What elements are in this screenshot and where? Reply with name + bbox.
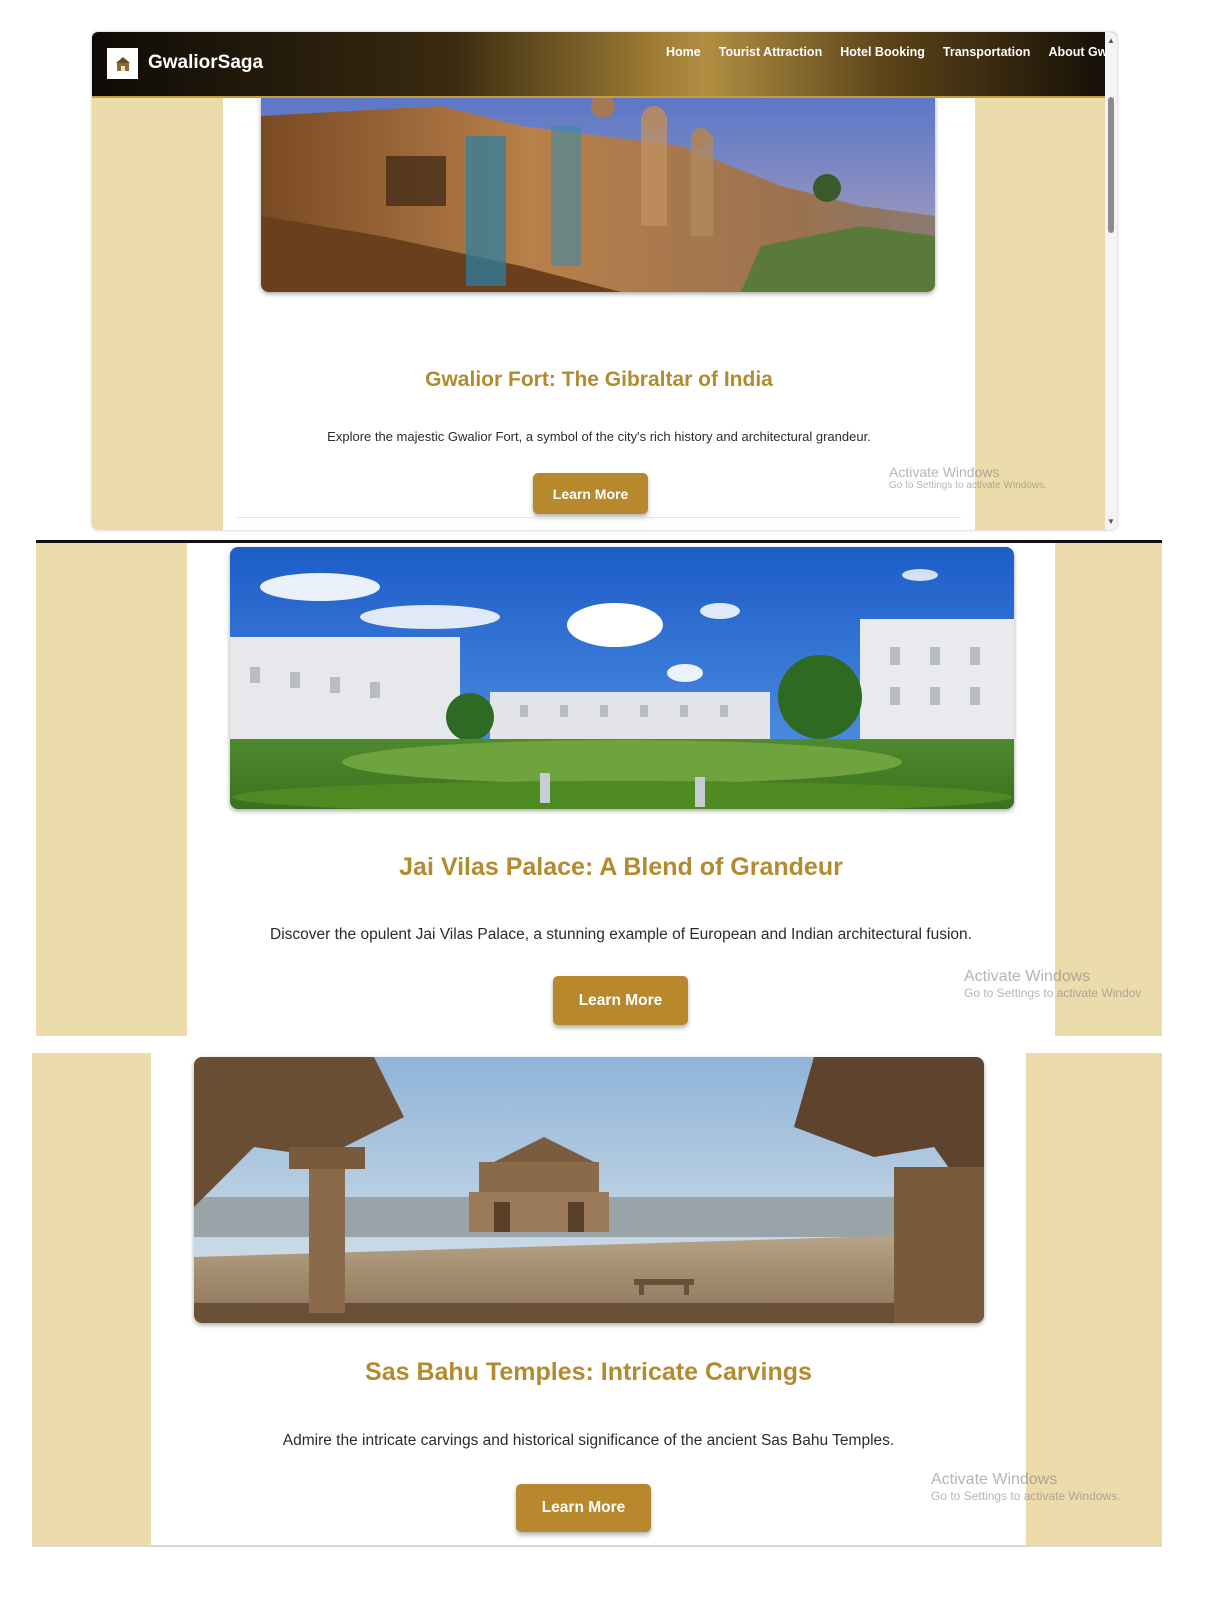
nav-hotel-booking[interactable]: Hotel Booking xyxy=(840,45,925,59)
jai-vilas-palace-image xyxy=(230,547,1014,809)
top-navbar: GwaliorSaga Home Tourist Attraction Hote… xyxy=(92,32,1117,98)
nav-tourist-attraction[interactable]: Tourist Attraction xyxy=(719,45,822,59)
card-title: Jai Vilas Palace: A Blend of Grandeur xyxy=(399,853,843,881)
card-description: Admire the intricate carvings and histor… xyxy=(282,1432,895,1449)
activate-windows-watermark: Activate Windows Go to Settings to activ… xyxy=(931,1471,1120,1503)
card-description: Discover the opulent Jai Vilas Palace, a… xyxy=(270,926,972,943)
learn-more-button[interactable]: Learn More xyxy=(516,1484,651,1532)
gwalior-fort-photo xyxy=(261,96,935,292)
brand-name[interactable]: GwaliorSaga xyxy=(148,52,263,74)
watermark-subtitle: Go to Settings to activate Windows. xyxy=(889,480,1047,491)
card-title: Gwalior Fort: The Gibraltar of India xyxy=(425,368,773,391)
nav-transportation[interactable]: Transportation xyxy=(943,45,1031,59)
card-title: Sas Bahu Temples: Intricate Carvings xyxy=(365,1358,812,1386)
scroll-thumb[interactable] xyxy=(1108,97,1114,233)
attraction-card: Gwalior Fort: The Gibraltar of India Exp… xyxy=(223,96,975,530)
card-description: Explore the majestic Gwalior Fort, a sym… xyxy=(327,429,871,444)
nav-menu: Home Tourist Attraction Hotel Booking Tr… xyxy=(666,45,1117,59)
card-divider xyxy=(237,517,961,518)
activate-windows-watermark: Activate Windows Go to Settings to activ… xyxy=(964,968,1141,1000)
sas-bahu-temple-photo xyxy=(194,1057,984,1323)
watermark-title: Activate Windows xyxy=(889,464,1000,480)
watermark-title: Activate Windows xyxy=(964,968,1091,985)
screenshot-panel-1: Gwalior Fort: The Gibraltar of India Exp… xyxy=(92,32,1117,530)
logo-icon[interactable] xyxy=(107,48,138,79)
screenshot-panel-3: Sas Bahu Temples: Intricate Carvings Adm… xyxy=(32,1053,1162,1547)
gwalior-fort-image xyxy=(261,96,935,292)
vertical-scrollbar[interactable]: ▲ ▼ xyxy=(1105,32,1117,530)
learn-more-button[interactable]: Learn More xyxy=(553,976,688,1025)
activate-windows-watermark: Activate Windows Go to Settings to activ… xyxy=(889,464,1047,491)
jai-vilas-palace-photo xyxy=(230,547,1014,809)
screenshot-panel-2: Jai Vilas Palace: A Blend of Grandeur Di… xyxy=(36,540,1162,1036)
nav-home[interactable]: Home xyxy=(666,45,701,59)
watermark-subtitle: Go to Settings to activate Windows. xyxy=(931,1489,1121,1503)
panel-bottom-border xyxy=(32,1545,1162,1547)
scroll-down-arrow-icon[interactable]: ▼ xyxy=(1107,517,1115,526)
watermark-subtitle: Go to Settings to activate Windov xyxy=(964,986,1142,1000)
scroll-up-arrow-icon[interactable]: ▲ xyxy=(1107,36,1115,45)
sas-bahu-temple-image xyxy=(194,1057,984,1323)
learn-more-button[interactable]: Learn More xyxy=(533,473,648,514)
attraction-card: Jai Vilas Palace: A Blend of Grandeur Di… xyxy=(187,543,1055,1036)
attraction-card: Sas Bahu Temples: Intricate Carvings Adm… xyxy=(151,1053,1026,1547)
watermark-title: Activate Windows xyxy=(931,1471,1058,1488)
